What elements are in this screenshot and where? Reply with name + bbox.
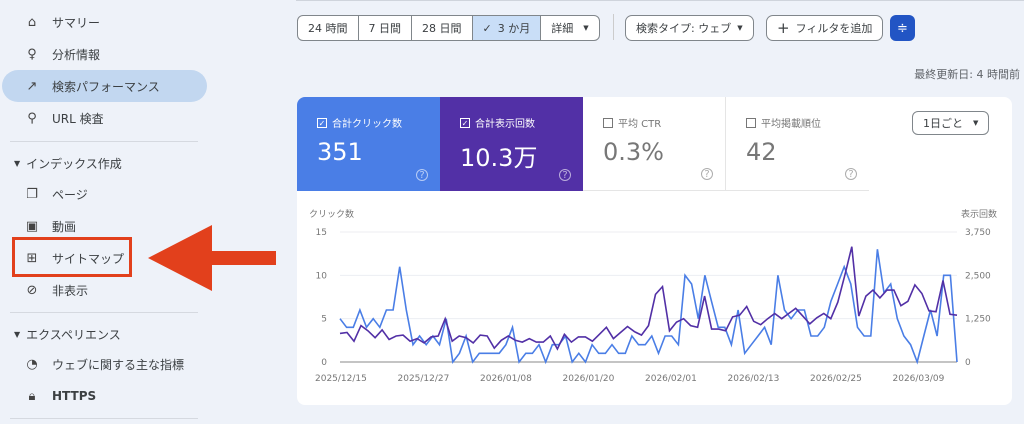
red-arrow-annotation — [148, 225, 276, 291]
pages-icon: ❐ — [26, 186, 38, 202]
plus-icon: + — [777, 19, 790, 37]
performance-chart: クリック数 表示回数 0 0 5 1,250 10 2,500 15 3,750 2025/12/1… — [309, 208, 997, 384]
checkbox-checked-icon[interactable]: ✓ — [317, 117, 327, 128]
filter-settings-button[interactable]: ≑ — [890, 15, 915, 41]
x-tick-label: 2026/01/20 — [563, 374, 615, 384]
metric-total-clicks[interactable]: ✓ 合計クリック数 351? — [297, 97, 440, 191]
right-tick-label: 2,500 — [965, 271, 991, 281]
left-axis-label: クリック数 — [309, 208, 354, 220]
sidebar: ⌂ サマリー ♀ 分析情報 ↗ 検索パフォーマンス ⚲ URL 検査 ▼ インデックス作成… — [0, 0, 210, 424]
x-tick-label: 2026/02/25 — [810, 374, 862, 384]
nav-core-web-vitals[interactable]: ◔ ウェブに関する主な指標 — [2, 348, 207, 380]
performance-card: ✓ 合計クリック数 351? ✓ 合計表示回数 10.3万? 平均 CTR 0.3%? 平… — [297, 97, 1012, 405]
section-indexing[interactable]: ▼ インデックス作成 — [14, 155, 122, 172]
check-icon: ✓ — [482, 21, 492, 35]
search-icon: ⚲ — [27, 110, 37, 126]
x-tick-label: 2025/12/27 — [398, 374, 450, 384]
checkbox-icon[interactable] — [603, 117, 613, 128]
trending-up-icon: ↗ — [26, 78, 38, 94]
series-line-clicks — [339, 249, 958, 365]
x-tick-label: 2025/12/15 — [315, 374, 367, 384]
range-28d[interactable]: 28 日間 — [412, 16, 473, 40]
divider — [10, 418, 198, 419]
metric-total-impressions[interactable]: ✓ 合計表示回数 10.3万? — [440, 97, 583, 191]
left-tick-label: 15 — [316, 228, 327, 238]
help-icon[interactable]: ? — [845, 168, 857, 180]
video-icon: ▣ — [25, 218, 39, 234]
x-tick-label: 2026/02/13 — [728, 374, 780, 384]
help-icon[interactable]: ? — [416, 169, 428, 181]
range-custom[interactable]: 詳細 ▼ — [541, 16, 598, 40]
x-tick-label: 2026/01/08 — [480, 374, 532, 384]
divider — [10, 141, 198, 142]
range-3m[interactable]: ✓ 3 か月 — [472, 16, 542, 40]
date-range-selector: 24 時間 7 日間 28 日間 ✓ 3 か月 詳細 ▼ — [297, 15, 600, 41]
lock-icon: 🔒︎ — [28, 388, 36, 404]
right-axis-label: 表示回数 — [961, 208, 997, 220]
add-filter-button[interactable]: + フィルタを追加 — [766, 15, 884, 41]
x-tick-label: 2026/02/01 — [645, 374, 697, 384]
metric-avg-ctr[interactable]: 平均 CTR 0.3%? — [583, 97, 726, 191]
right-tick-label: 0 — [965, 358, 971, 368]
left-tick-label: 0 — [321, 358, 327, 368]
nav-pages[interactable]: ❐ ページ — [2, 178, 207, 210]
checkbox-icon[interactable] — [746, 117, 756, 128]
sitemap-highlight-box — [12, 237, 132, 277]
nav-https[interactable]: 🔒︎ HTTPS — [2, 380, 207, 412]
search-type-dropdown[interactable]: 検索タイプ: ウェブ ▼ — [625, 15, 754, 41]
caret-down-icon: ▼ — [583, 24, 589, 32]
gauge-icon: ◔ — [26, 356, 38, 372]
range-7d[interactable]: 7 日間 — [359, 16, 412, 40]
help-icon[interactable]: ? — [559, 169, 571, 181]
caret-down-icon: ▼ — [973, 119, 979, 127]
section-experience[interactable]: ▼ エクスペリエンス — [14, 326, 121, 343]
caret-down-icon: ▼ — [737, 24, 743, 32]
granularity-dropdown[interactable]: 1日ごと ▼ — [912, 111, 990, 135]
hidden-icon: ⊘ — [26, 282, 38, 298]
checkbox-checked-icon[interactable]: ✓ — [460, 117, 470, 128]
last-updated: 最終更新日: 4 時間前 — [914, 68, 1020, 81]
divider — [10, 312, 198, 313]
divider — [613, 14, 614, 40]
metric-avg-position[interactable]: 平均掲載順位 42? — [726, 97, 869, 191]
divider — [296, 0, 1024, 1]
nav-search-performance[interactable]: ↗ 検索パフォーマンス — [2, 70, 207, 102]
caret-down-icon: ▼ — [14, 330, 21, 339]
filter-icon: ≑ — [897, 20, 908, 36]
x-tick-label: 2026/03/09 — [893, 374, 945, 384]
right-tick-label: 3,750 — [965, 228, 991, 238]
help-icon[interactable]: ? — [701, 168, 713, 180]
range-24h[interactable]: 24 時間 — [298, 16, 359, 40]
caret-down-icon: ▼ — [14, 159, 21, 168]
left-tick-label: 5 — [321, 315, 327, 325]
nav-url-inspection[interactable]: ⚲ URL 検査 — [2, 102, 207, 134]
lightbulb-icon: ♀ — [27, 46, 37, 62]
series-line-impressions — [339, 246, 958, 351]
home-icon: ⌂ — [27, 14, 37, 30]
nav-insights[interactable]: ♀ 分析情報 — [2, 38, 207, 70]
left-tick-label: 10 — [316, 271, 328, 281]
right-tick-label: 1,250 — [965, 315, 991, 325]
nav-summary[interactable]: ⌂ サマリー — [2, 6, 207, 38]
